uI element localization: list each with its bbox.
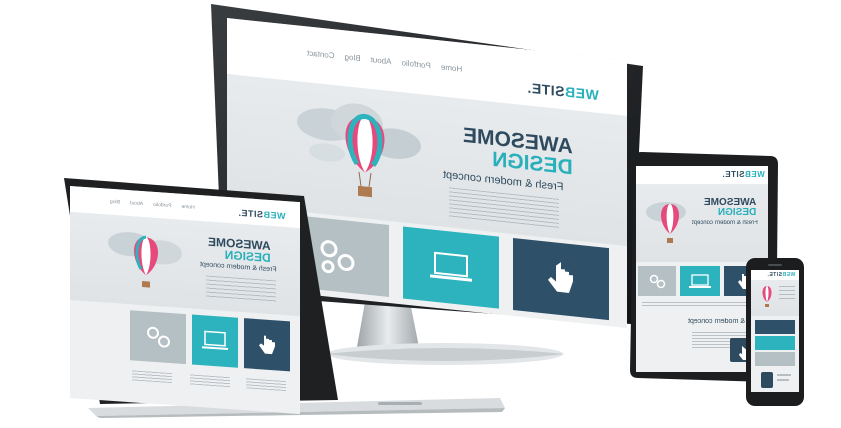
nav-contact[interactable]: Contact bbox=[307, 48, 335, 60]
laptop-nav-portfolio[interactable]: Portfolio bbox=[153, 202, 171, 209]
phone-tile-touch[interactable] bbox=[755, 320, 795, 334]
tablet-laptop-icon bbox=[689, 274, 711, 288]
tablet-tile-laptop[interactable] bbox=[680, 266, 720, 296]
laptop-touch-icon bbox=[259, 335, 275, 355]
phone-hero-text bbox=[779, 286, 795, 300]
phone-balloon-icon bbox=[762, 286, 772, 307]
laptop-logo-a: WEB bbox=[263, 209, 286, 222]
laptop-footer-text-3 bbox=[246, 378, 286, 392]
laptop-logo-b: SITE. bbox=[238, 207, 264, 220]
laptop-balloon-icon bbox=[108, 232, 182, 288]
tablet-hero: AWESOME DESIGN Fresh & modern concept bbox=[636, 184, 768, 262]
laptop-nav-blog[interactable]: Blog bbox=[110, 199, 120, 206]
logo-part-b: SITE. bbox=[527, 79, 565, 100]
nav-home[interactable]: Home bbox=[441, 62, 462, 73]
laptop-tile-touch[interactable] bbox=[244, 318, 290, 372]
nav-portfolio[interactable]: Portfolio bbox=[402, 58, 431, 70]
phone: WEBSITE. bbox=[744, 256, 808, 408]
laptop-footer-text-1 bbox=[132, 370, 172, 384]
phone-logo[interactable]: WEBSITE. bbox=[767, 272, 795, 278]
touch-hand-icon bbox=[548, 262, 573, 293]
phone-screen: WEBSITE. bbox=[751, 270, 799, 392]
nav-blog[interactable]: Blog bbox=[345, 52, 361, 63]
tablet-tile-gears[interactable] bbox=[638, 266, 676, 296]
laptop-hero: AWESOME DESIGN Fresh & modern concept bbox=[70, 212, 300, 317]
laptop-para bbox=[206, 275, 276, 303]
phone-tile-laptop[interactable] bbox=[755, 336, 795, 350]
tablet-headline: AWESOME DESIGN bbox=[704, 197, 757, 218]
laptop-footer-text-2 bbox=[190, 374, 230, 388]
tablet-tagline: Fresh & modern concept bbox=[692, 220, 758, 226]
laptop-tile-laptop[interactable] bbox=[192, 314, 238, 368]
site-nav: Home Portfolio About Blog Contact bbox=[297, 47, 462, 73]
tablet-logo-b: SITE. bbox=[722, 170, 745, 179]
laptop-gears-icon bbox=[147, 326, 170, 348]
phone-hero bbox=[751, 280, 799, 316]
nav-about[interactable]: About bbox=[371, 55, 392, 66]
laptop-headline: AWESOME DESIGN bbox=[208, 235, 271, 265]
site-logo[interactable]: WEBSITE. bbox=[527, 80, 599, 104]
logo-part-a: WEB bbox=[564, 83, 599, 104]
laptop-nav: Home Portfolio About Blog bbox=[100, 198, 195, 211]
phone-tile-gears[interactable] bbox=[755, 352, 795, 366]
laptop-logo[interactable]: WEBSITE. bbox=[238, 208, 286, 221]
hero-headline: AWESOME DESIGN bbox=[463, 124, 573, 180]
laptop-tile-gears[interactable] bbox=[130, 310, 186, 365]
phone-logo-a: WEB bbox=[782, 272, 796, 278]
laptop-laptop-icon bbox=[202, 330, 228, 351]
laptop-nav-home[interactable]: Home bbox=[181, 204, 194, 211]
tablet-gears-icon bbox=[649, 274, 666, 289]
phone-logo-b: SITE. bbox=[767, 272, 783, 278]
tablet-logo-a: WEB bbox=[744, 170, 765, 179]
tablet-hl2: DESIGN bbox=[717, 207, 757, 218]
phone-hand-icon bbox=[761, 372, 791, 388]
tile-touch[interactable] bbox=[513, 238, 609, 321]
laptop: WEBSITE. Home Portfolio About Blog AWESO… bbox=[60, 178, 510, 418]
tablet-logo[interactable]: WEBSITE. bbox=[722, 170, 765, 179]
laptop-screen: WEBSITE. Home Portfolio About Blog AWESO… bbox=[70, 186, 300, 415]
laptop-nav-about[interactable]: About bbox=[130, 200, 143, 207]
